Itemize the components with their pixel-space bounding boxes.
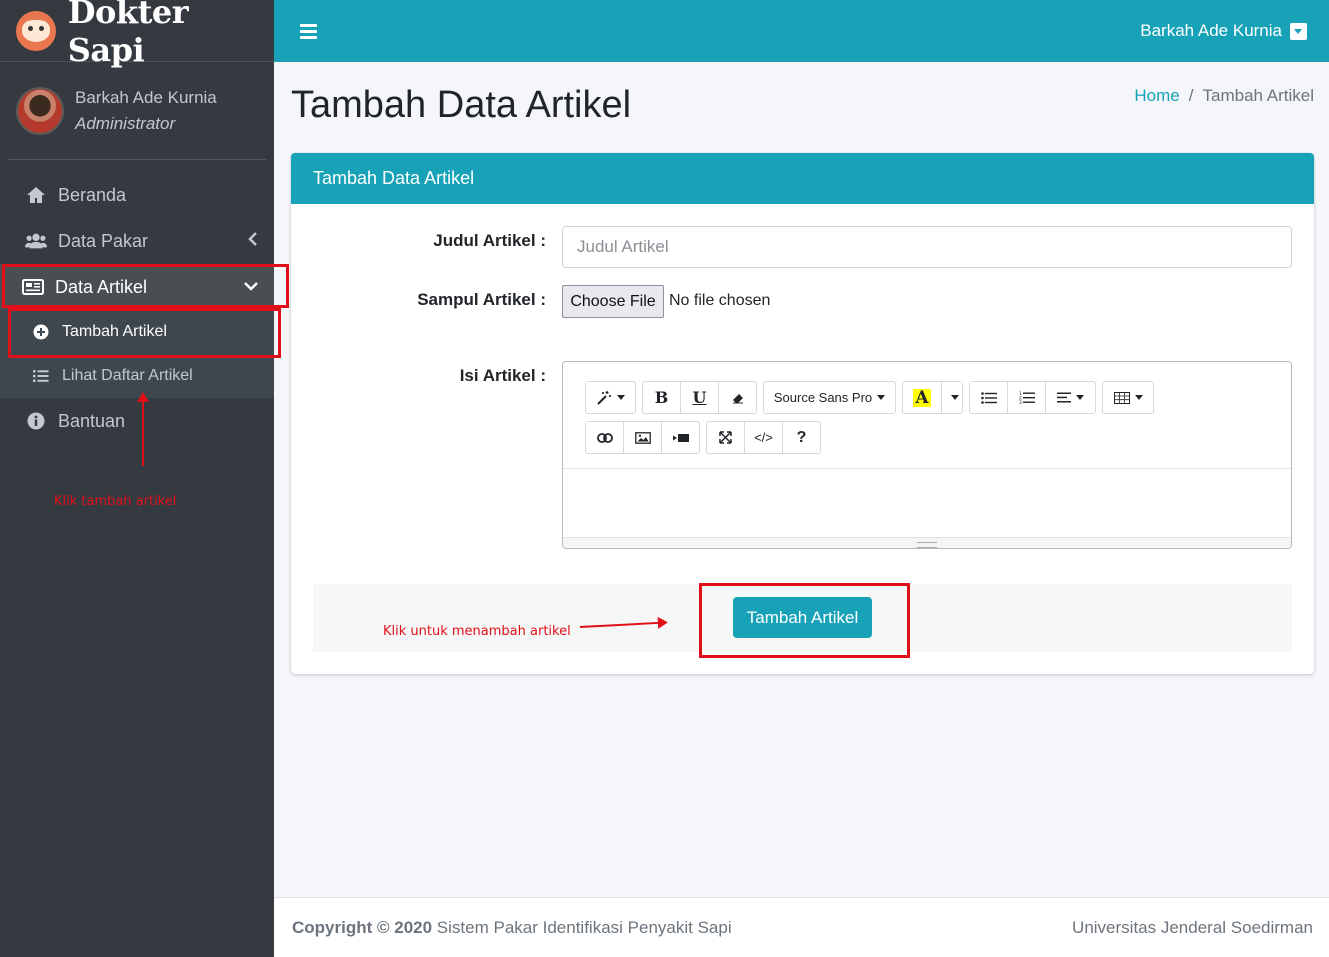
judul-artikel-input[interactable] [562,226,1292,268]
user-menu-dropdown[interactable]: Barkah Ade Kurnia [1140,21,1307,41]
font-family-dropdown[interactable]: Source Sans Pro [763,381,896,414]
user-role: Administrator [75,113,176,133]
hamburger-menu-icon[interactable] [300,23,317,39]
annotation-klik-tambah-artikel: Klik tambah artikel [54,494,177,509]
info-circle-icon [25,412,47,430]
sidebar-item-label: Data Pakar [58,230,149,251]
ordered-list-icon[interactable]: 123 [1007,381,1046,414]
home-icon [25,186,47,204]
tambah-artikel-submit-button[interactable]: Tambah Artikel [733,597,872,638]
help-button[interactable]: ? [782,421,821,454]
chevron-left-icon [248,231,258,251]
breadcrumb-current: Tambah Artikel [1202,86,1315,105]
copyright-app-name: Sistem Pakar Identifikasi Penyakit Sapi [436,917,732,937]
code-view-button[interactable]: </> [744,421,783,454]
text-color-letter: A [913,387,931,408]
user-panel: Barkah Ade Kurnia Administrator [8,62,266,160]
users-icon [25,232,47,250]
unordered-list-icon[interactable] [969,381,1008,414]
sidebar-item-label: Beranda [58,184,127,205]
brand-name: Dokter Sapi [67,0,189,69]
cow-icon [16,10,56,51]
editor-content-area[interactable] [563,469,1291,537]
highlight-box-tambah-artikel [8,308,281,358]
choose-file-button[interactable]: Choose File [562,285,664,318]
list-icon [32,369,50,383]
card-header: Tambah Data Artikel [291,153,1314,204]
breadcrumb-home-link[interactable]: Home [1134,86,1179,106]
font-family-label: Source Sans Pro [773,390,873,405]
color-dropdown-caret-icon[interactable] [941,381,963,414]
sidebar-item-beranda[interactable]: Beranda [0,172,274,218]
annotation-arrow-right [579,621,660,628]
sidebar-item-data-pakar[interactable]: Data Pakar [0,218,274,264]
copyright-prefix: Copyright © 2020 [292,917,433,937]
bold-button[interactable]: B [642,381,681,414]
breadcrumb: Home / Tambah Artikel [1134,86,1314,106]
user-name[interactable]: Barkah Ade Kurnia [75,88,217,108]
style-magic-icon[interactable] [585,381,636,414]
footer-university: Universitas Jenderal Soedirman [1072,917,1313,937]
top-navbar: Barkah Ade Kurnia [274,0,1329,62]
sampul-artikel-label: Sampul Artikel : [417,290,546,309]
top-user-name: Barkah Ade Kurnia [1140,21,1282,40]
fullscreen-icon[interactable] [706,421,745,454]
page-title: Tambah Data Artikel [291,84,632,126]
brand[interactable]: Dokter Sapi [0,0,274,69]
card-footer: Klik untuk menambah artikel Tambah Artik… [313,583,1292,658]
rich-text-editor: B U Source Sans Pro A 1 2 3 </> ? [562,361,1292,549]
text-color-button[interactable]: A [902,381,942,414]
eraser-icon[interactable] [718,381,757,414]
sidebar-item-label: Bantuan [58,410,126,431]
paragraph-align-icon[interactable] [1045,381,1096,414]
copyright-text: Copyright © 2020 Sistem Pakar Identifika… [292,918,732,938]
file-status-text: No file chosen [669,292,771,309]
avatar[interactable] [16,86,64,135]
sidebar: Dokter Sapi Barkah Ade Kurnia Administra… [0,0,289,957]
form-card: Tambah Data Artikel Judul Artikel : Samp… [291,153,1314,674]
link-icon[interactable] [585,421,624,454]
video-icon[interactable] [661,421,700,454]
sidebar-item-bantuan[interactable]: Bantuan [0,398,274,444]
caret-down-square-icon [1290,22,1307,40]
table-icon[interactable] [1102,381,1154,414]
picture-icon[interactable] [623,421,662,454]
highlight-box-data-artikel [2,264,289,308]
svg-text:3: 3 [1019,400,1022,404]
isi-artikel-label: Isi Artikel : [459,366,546,385]
sidebar-item-label: Lihat Daftar Artikel [62,367,193,384]
annotation-klik-untuk-menambah: Klik untuk menambah artikel [383,624,571,639]
underline-button[interactable]: U [680,381,719,414]
page-footer: Copyright © 2020 Sistem Pakar Identifika… [274,897,1329,957]
annotation-arrow-up [137,392,149,466]
judul-artikel-label: Judul Artikel : [433,231,546,250]
editor-resize-handle[interactable] [563,537,1291,548]
breadcrumb-separator: / [1188,86,1194,105]
editor-toolbar: B U Source Sans Pro A 1 2 3 </> ? [563,362,1291,469]
